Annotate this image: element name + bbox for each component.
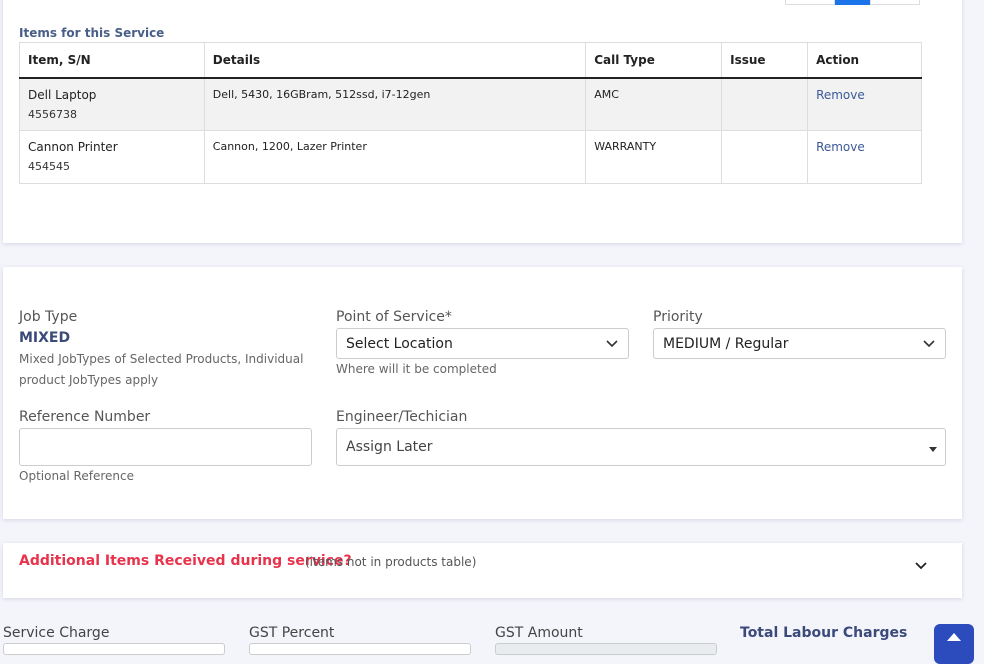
remove-link[interactable]: Remove xyxy=(816,140,865,154)
point-of-service-label: Point of Service* xyxy=(336,309,452,325)
engineer-label: Engineer/Techician xyxy=(336,409,468,425)
engineer-select[interactable]: Assign Later xyxy=(336,428,946,466)
engineer-value: Assign Later xyxy=(346,439,433,455)
details-cell: Dell, 5430, 16GBram, 512ssd, i7-12gen xyxy=(203,77,587,131)
item-serial: 4556738 xyxy=(28,107,77,121)
column-header-call-type: Call Type xyxy=(585,42,723,79)
item-cell: Dell Laptop 4556738 xyxy=(19,77,205,131)
column-header-details: Details xyxy=(203,42,587,79)
items-section-title: Items for this Service xyxy=(19,26,165,40)
priority-select[interactable]: MEDIUM / Regular xyxy=(653,328,946,359)
details-cell: Cannon, 1200, Lazer Printer xyxy=(203,130,587,184)
job-type-label: Job Type xyxy=(19,309,78,325)
column-header-action: Action xyxy=(807,42,922,79)
job-type-hint: Mixed JobTypes of Selected Products, Ind… xyxy=(19,352,304,387)
pagination xyxy=(785,0,921,6)
additional-items-note: (items not in products table) xyxy=(305,555,477,569)
item-name: Dell Laptop xyxy=(28,87,97,102)
total-labour-charges-label: Total Labour Charges xyxy=(740,625,908,641)
priority-label: Priority xyxy=(653,309,703,325)
point-of-service-hint: Where will it be completed xyxy=(336,362,497,376)
issue-cell xyxy=(721,77,809,131)
page-button[interactable] xyxy=(869,0,921,5)
chevron-down-icon xyxy=(606,339,618,347)
item-name: Cannon Printer xyxy=(28,140,118,154)
additional-items-card[interactable] xyxy=(3,543,962,598)
gst-percent-select[interactable] xyxy=(249,643,471,655)
item-serial: 454545 xyxy=(28,160,70,173)
reference-number-hint: Optional Reference xyxy=(19,469,134,483)
issue-cell xyxy=(721,130,809,184)
action-cell: Remove xyxy=(807,130,922,184)
scroll-to-top-button[interactable] xyxy=(934,624,974,664)
page-button-active[interactable] xyxy=(835,0,870,5)
call-type-cell: WARRANTY xyxy=(585,130,723,184)
priority-value: MEDIUM / Regular xyxy=(663,335,789,352)
point-of-service-value: Select Location xyxy=(346,335,453,352)
column-header-item: Item, S/N xyxy=(19,42,205,79)
remove-link[interactable]: Remove xyxy=(816,88,865,102)
reference-number-label: Reference Number xyxy=(19,409,151,425)
column-header-issue: Issue xyxy=(721,42,809,79)
service-charge-label: Service Charge xyxy=(3,625,110,641)
arrow-up-icon xyxy=(947,633,961,641)
gst-percent-label: GST Percent xyxy=(249,625,335,641)
gst-amount-label: GST Amount xyxy=(495,625,583,641)
chevron-down-icon[interactable] xyxy=(915,562,927,570)
reference-number-input[interactable] xyxy=(19,428,312,466)
table-row: Cannon Printer 454545 Cannon, 1200, Laze… xyxy=(19,130,922,184)
job-type-value: MIXED xyxy=(19,330,71,346)
action-cell: Remove xyxy=(807,77,922,131)
items-table: Item, S/N Details Call Type Issue Action… xyxy=(19,42,922,184)
service-charge-input[interactable] xyxy=(3,643,225,655)
additional-items-title[interactable]: Additional Items Received during service… xyxy=(19,553,352,569)
chevron-down-icon xyxy=(923,339,935,347)
item-cell: Cannon Printer 454545 xyxy=(19,130,205,184)
point-of-service-select[interactable]: Select Location xyxy=(336,328,629,359)
job-details-card xyxy=(3,267,962,519)
call-type-cell: AMC xyxy=(585,77,723,131)
gst-amount-input xyxy=(495,643,717,655)
table-header-row: Item, S/N Details Call Type Issue Action xyxy=(19,42,922,79)
table-row: Dell Laptop 4556738 Dell, 5430, 16GBram,… xyxy=(19,77,922,131)
caret-down-icon xyxy=(929,447,937,452)
page-button[interactable] xyxy=(785,0,836,5)
